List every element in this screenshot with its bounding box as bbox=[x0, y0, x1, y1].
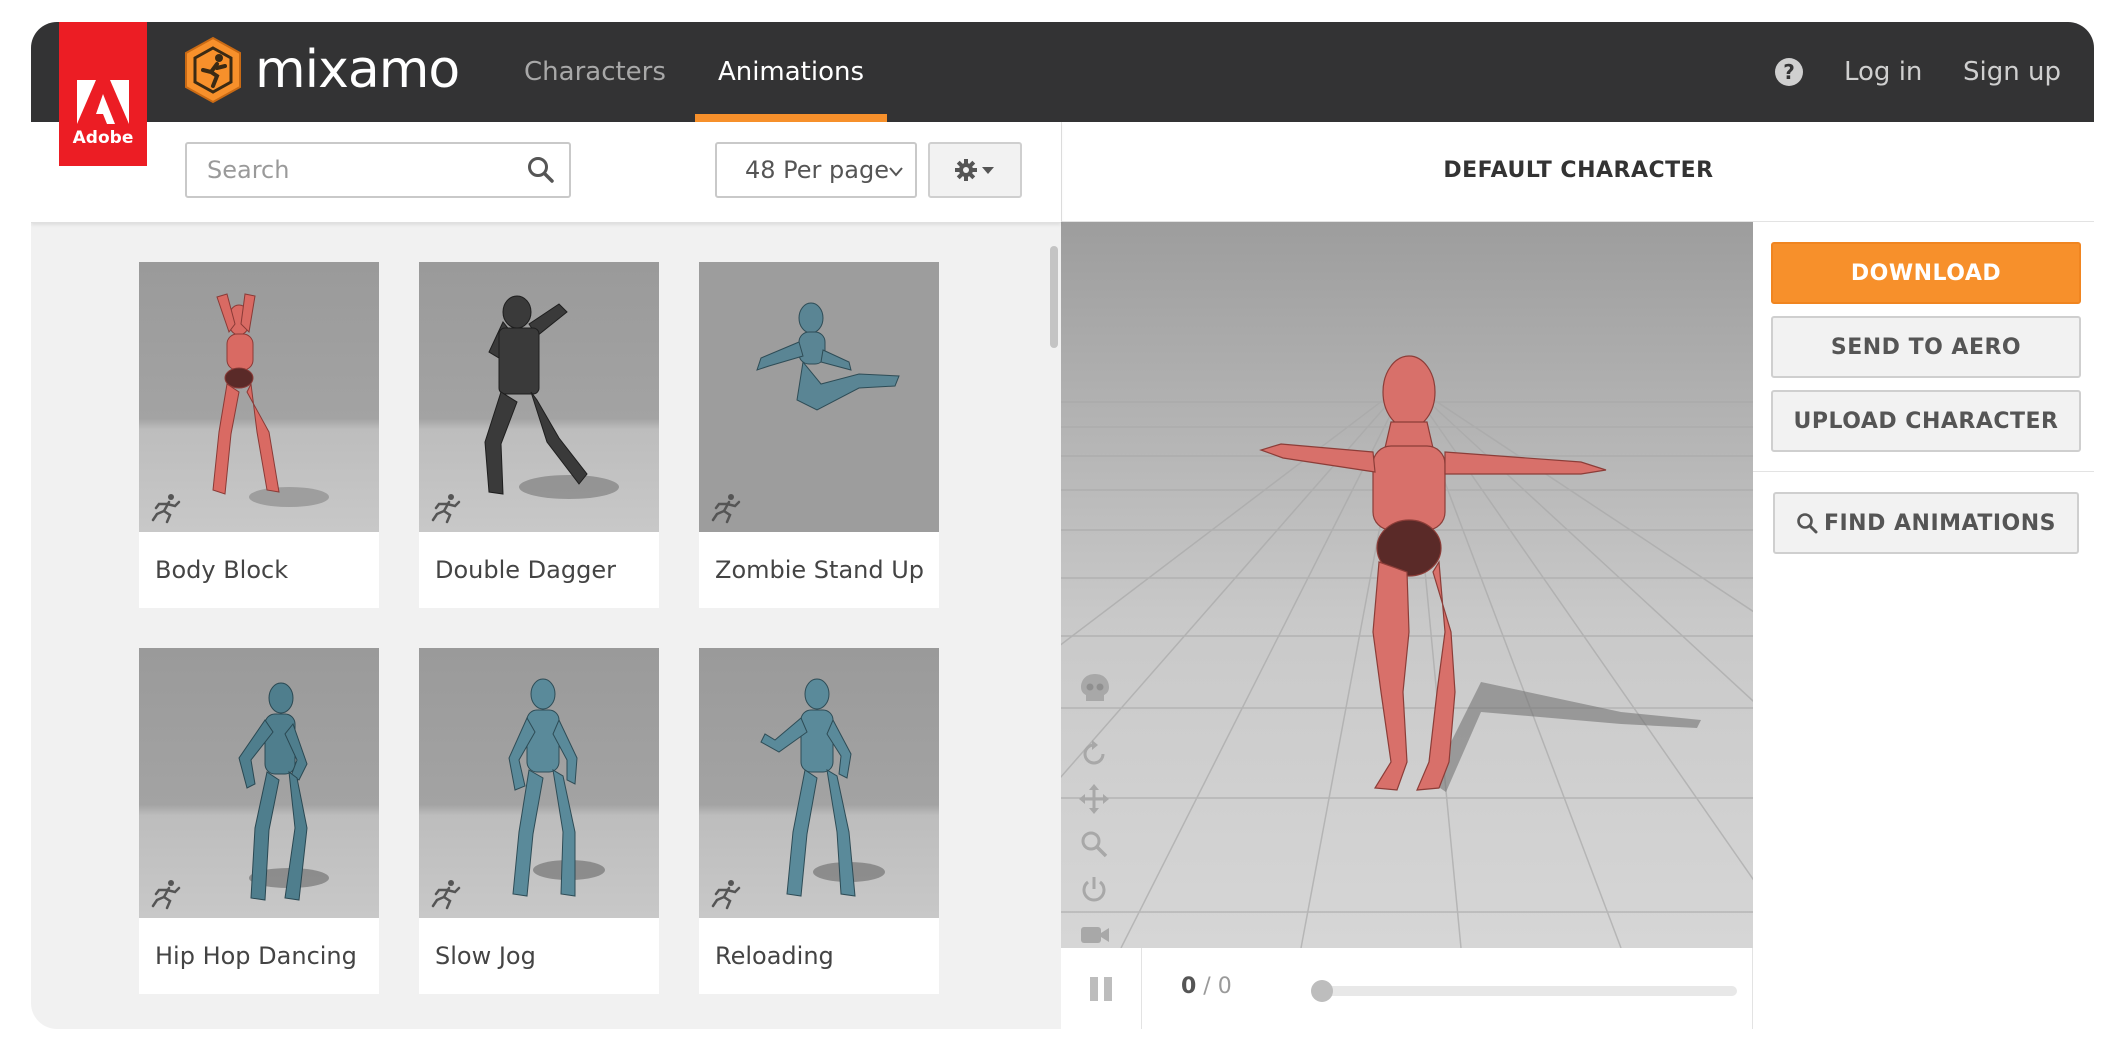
mixamo-hexagon-icon bbox=[185, 36, 241, 104]
adobe-badge[interactable]: Adobe bbox=[59, 22, 147, 166]
app-frame: mixamo Characters Animations ? Log in Si… bbox=[31, 22, 2094, 1029]
help-button[interactable]: ? bbox=[1774, 22, 1804, 122]
signup-label: Sign up bbox=[1963, 57, 2061, 87]
timeline-handle[interactable] bbox=[1311, 980, 1333, 1002]
top-navbar: mixamo Characters Animations ? Log in Si… bbox=[31, 22, 2094, 122]
timeline-slider[interactable] bbox=[1311, 980, 1737, 1002]
signup-link[interactable]: Sign up bbox=[1963, 22, 2061, 122]
active-tab-indicator bbox=[695, 114, 887, 122]
animation-card[interactable]: Reloading bbox=[699, 648, 939, 994]
search-input[interactable] bbox=[187, 144, 527, 196]
animation-toolbar: 48 Per page bbox=[31, 122, 1061, 223]
tab-animations[interactable]: Animations bbox=[695, 22, 887, 122]
question-circle-icon: ? bbox=[1775, 58, 1803, 86]
logo-text: mixamo bbox=[255, 40, 460, 100]
upload-character-button[interactable]: UPLOAD CHARACTER bbox=[1771, 390, 2081, 452]
run-icon bbox=[151, 880, 181, 910]
animation-thumbnail bbox=[699, 648, 939, 918]
tab-characters[interactable]: Characters bbox=[524, 22, 680, 122]
tab-animations-label: Animations bbox=[717, 57, 865, 87]
animation-name: Slow Jog bbox=[435, 942, 536, 970]
camera-icon[interactable] bbox=[1079, 919, 1111, 948]
character-viewport[interactable] bbox=[1061, 222, 1753, 948]
svg-text:?: ? bbox=[1783, 60, 1795, 84]
skull-icon[interactable] bbox=[1079, 672, 1111, 711]
login-label: Log in bbox=[1844, 57, 1923, 87]
adobe-label: Adobe bbox=[72, 128, 134, 148]
viewer-toolbar bbox=[1079, 672, 1111, 948]
current-frame: 0 bbox=[1181, 974, 1197, 999]
character-title: DEFAULT CHARACTER bbox=[1443, 158, 1714, 183]
power-icon[interactable] bbox=[1079, 874, 1111, 909]
character-header: DEFAULT CHARACTER bbox=[1061, 122, 2094, 222]
animation-thumbnail bbox=[139, 648, 379, 918]
send-to-aero-button[interactable]: SEND TO AERO bbox=[1771, 316, 2081, 378]
animation-card[interactable]: Hip Hop Dancing bbox=[139, 648, 379, 994]
total-frames: 0 bbox=[1217, 974, 1232, 999]
animation-grid: Body Block Double Dagger Zombie Stand Up… bbox=[31, 222, 1061, 1029]
download-label: DOWNLOAD bbox=[1850, 260, 2002, 286]
find-animations-button[interactable]: FIND ANIMATIONS bbox=[1773, 492, 2079, 554]
animation-thumbnail bbox=[419, 648, 659, 918]
zoom-icon[interactable] bbox=[1079, 829, 1111, 864]
animation-thumbnail bbox=[699, 262, 939, 532]
animation-card[interactable]: Slow Jog bbox=[419, 648, 659, 994]
animation-name: Zombie Stand Up bbox=[715, 556, 925, 584]
mixamo-logo[interactable]: mixamo bbox=[183, 36, 460, 104]
run-icon bbox=[431, 880, 461, 910]
move-icon[interactable] bbox=[1079, 784, 1111, 819]
rotate-icon[interactable] bbox=[1079, 739, 1111, 774]
download-button[interactable]: DOWNLOAD bbox=[1771, 242, 2081, 304]
run-icon bbox=[151, 494, 181, 524]
pause-icon bbox=[1090, 976, 1112, 1001]
animation-name: Hip Hop Dancing bbox=[155, 942, 357, 970]
animation-name: Double Dagger bbox=[435, 556, 616, 584]
find-animations-label: FIND ANIMATIONS bbox=[1823, 510, 2057, 536]
grid-scrollbar[interactable] bbox=[1050, 246, 1058, 348]
floor-grid bbox=[1061, 355, 1753, 948]
actions-panel: DOWNLOAD SEND TO AERO UPLOAD CHARACTER F… bbox=[1753, 222, 2094, 1029]
animation-thumbnail bbox=[139, 262, 379, 532]
animation-card[interactable]: Double Dagger bbox=[419, 262, 659, 608]
caret-down-icon bbox=[982, 167, 994, 174]
animation-name: Body Block bbox=[155, 556, 289, 584]
send-to-aero-label: SEND TO AERO bbox=[1830, 334, 2022, 360]
frame-counter: 0 / 0 bbox=[1181, 974, 1232, 999]
animation-card[interactable]: Body Block bbox=[139, 262, 379, 608]
run-icon bbox=[711, 494, 741, 524]
animation-card[interactable]: Zombie Stand Up bbox=[699, 262, 939, 608]
search-icon bbox=[1797, 513, 1818, 534]
actions-divider bbox=[1753, 471, 2094, 472]
per-page-select[interactable]: 48 Per page bbox=[715, 142, 917, 198]
search-icon[interactable] bbox=[527, 156, 555, 184]
animation-name: Reloading bbox=[715, 942, 834, 970]
pause-button[interactable] bbox=[1061, 948, 1142, 1029]
playback-bar: 0 / 0 bbox=[1061, 948, 1753, 1029]
gear-icon bbox=[955, 159, 977, 181]
search-box bbox=[185, 142, 571, 198]
run-icon bbox=[711, 880, 741, 910]
tab-characters-label: Characters bbox=[524, 57, 666, 87]
frame-separator: / bbox=[1196, 974, 1218, 999]
per-page-value: 48 Per page bbox=[745, 156, 889, 184]
chevron-down-icon bbox=[889, 167, 903, 177]
run-icon bbox=[431, 494, 461, 524]
settings-dropdown-button[interactable] bbox=[928, 142, 1022, 198]
adobe-logo-icon bbox=[77, 80, 129, 124]
upload-character-label: UPLOAD CHARACTER bbox=[1793, 408, 2059, 434]
login-link[interactable]: Log in bbox=[1844, 22, 1922, 122]
animation-thumbnail bbox=[419, 262, 659, 532]
